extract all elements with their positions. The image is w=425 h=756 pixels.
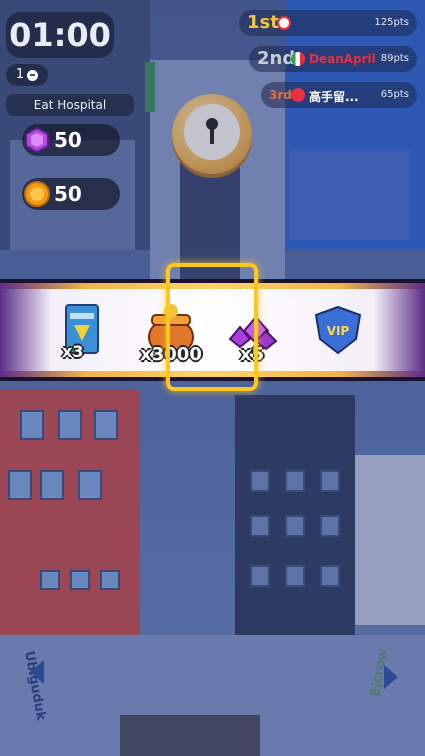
flag-icon (277, 16, 291, 30)
leaderboard-row: 3rd 高手留... 65pts (261, 82, 417, 108)
leaderboard-row: 2nd DeanApril 89pts (249, 46, 417, 72)
chat-button[interactable]: 1 (6, 64, 48, 86)
rank-position: 1st (247, 12, 279, 33)
player-name: 高手留... (309, 90, 359, 104)
leaderboard-row: 1st 125pts (239, 10, 417, 36)
player-name: DeanApril (309, 52, 376, 66)
coin-icon (24, 181, 50, 207)
vip-shield-icon: VIP (314, 305, 362, 355)
gem-counter: 50 (22, 124, 120, 156)
rank-position: 3rd (269, 88, 292, 102)
flag-icon (291, 52, 305, 66)
reward-item: x3 (52, 301, 112, 361)
reward-item: VIP (308, 301, 368, 361)
coin-count: 50 (54, 182, 82, 206)
player-points: 89pts (380, 53, 409, 64)
player-points: 125pts (374, 17, 409, 28)
svg-text:VIP: VIP (327, 324, 350, 338)
rank-position: 2nd (257, 48, 296, 69)
gem-icon (25, 127, 49, 153)
chat-bubble-icon (27, 69, 39, 81)
chat-count: 1 (15, 67, 25, 82)
coin-counter: 50 (22, 178, 120, 210)
roulette-selector-frame (166, 263, 258, 391)
location-label: Eat Hospital (6, 94, 134, 116)
match-timer: 01:00 (6, 12, 114, 58)
reward-amount: x3 (62, 342, 84, 361)
gem-count: 50 (54, 128, 82, 152)
player-points: 65pts (380, 89, 409, 100)
flag-icon (291, 88, 305, 102)
